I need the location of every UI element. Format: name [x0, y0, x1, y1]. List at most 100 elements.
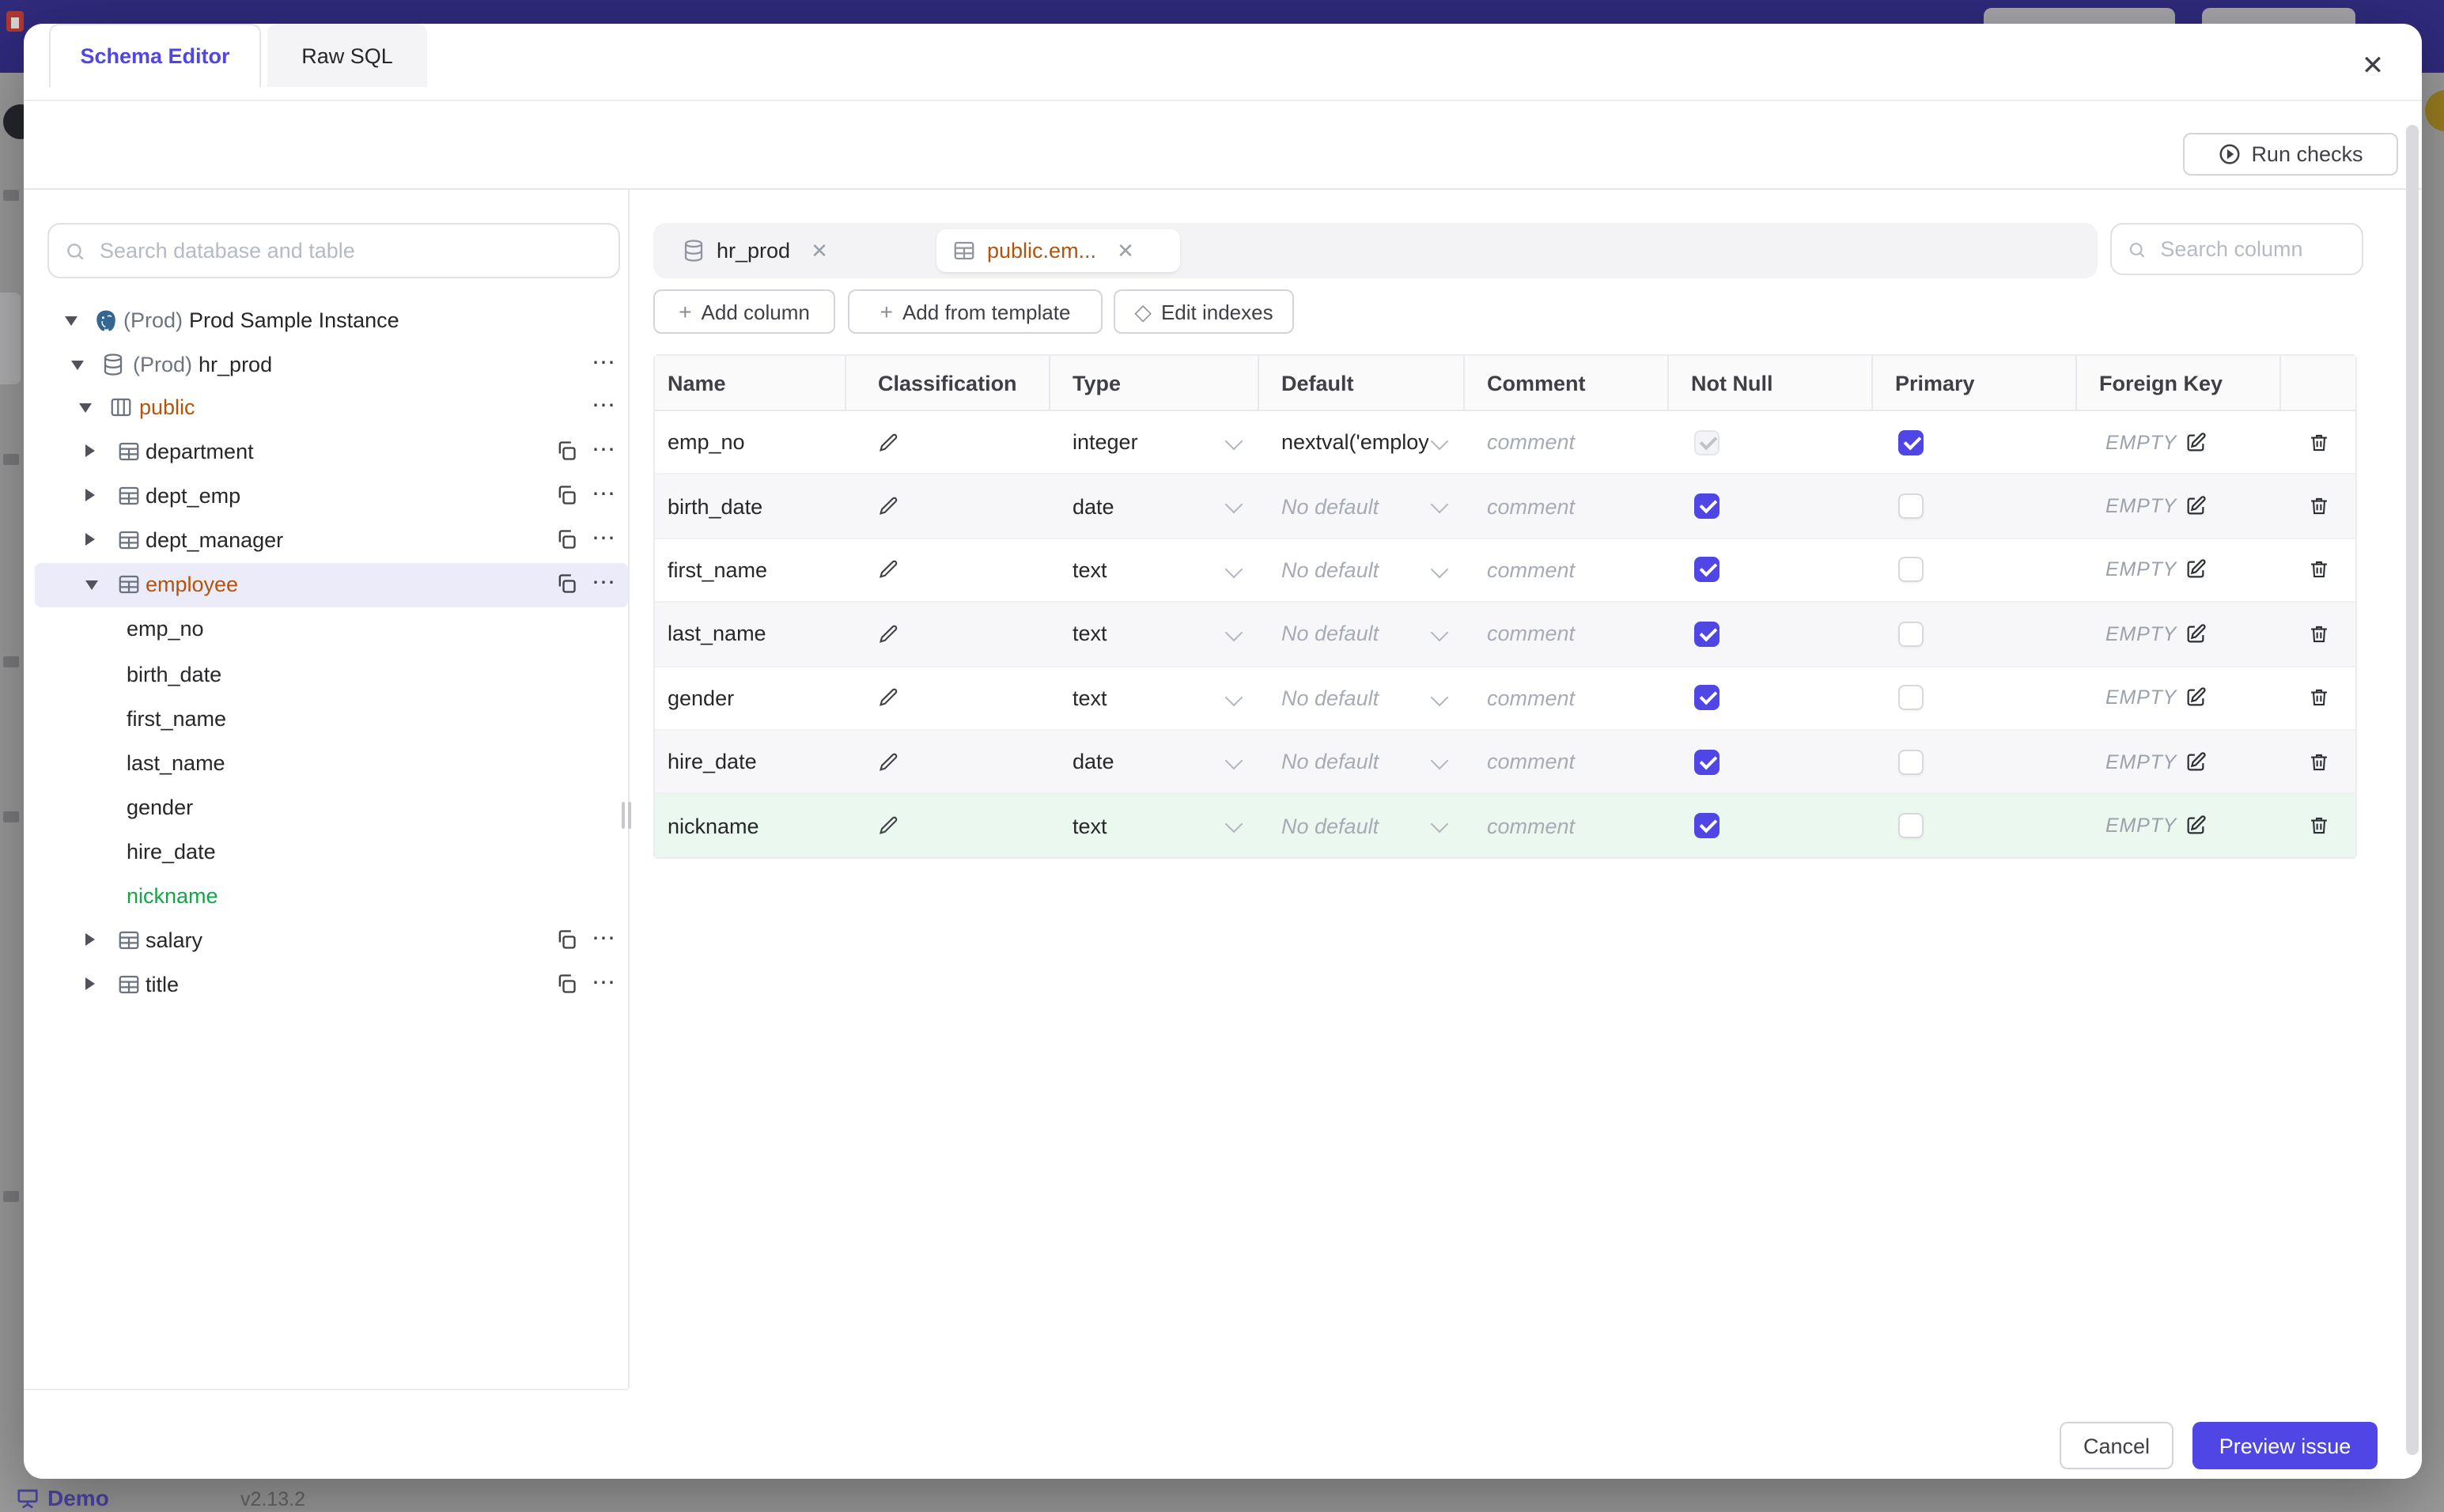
more-actions-icon[interactable]: ⋯	[592, 568, 617, 596]
column-name-cell[interactable]: birth_date	[655, 475, 846, 538]
type-cell[interactable]: integer	[1050, 411, 1259, 474]
tree-item-column-nickname[interactable]: nickname	[35, 875, 628, 919]
preview-issue-button[interactable]: Preview issue	[2192, 1422, 2378, 1469]
edit-indexes-button[interactable]: ◇ Edit indexes	[1114, 289, 1294, 334]
edit-foreign-key-icon[interactable]	[2185, 431, 2207, 453]
default-cell[interactable]: No default	[1259, 731, 1465, 793]
tree-item-schema-public[interactable]: public ⋯	[35, 386, 628, 430]
tree-item-column-gender[interactable]: gender	[35, 786, 628, 830]
edit-foreign-key-icon[interactable]	[2185, 559, 2207, 581]
panel-resize-handle[interactable]	[622, 802, 625, 829]
column-name-cell[interactable]: gender	[655, 667, 846, 729]
pencil-icon[interactable]	[878, 687, 900, 709]
edit-foreign-key-icon[interactable]	[2185, 815, 2207, 837]
pencil-icon[interactable]	[878, 495, 900, 517]
copy-icon[interactable]	[555, 573, 579, 596]
tree-item-column-emp-no[interactable]: emp_no	[35, 607, 628, 652]
edit-foreign-key-icon[interactable]	[2185, 623, 2207, 645]
column-name-cell[interactable]: last_name	[655, 603, 846, 665]
tab-chip-public-employee[interactable]: public.em... ✕	[936, 229, 1180, 272]
column-name-cell[interactable]: hire_date	[655, 731, 846, 793]
default-cell[interactable]: No default	[1259, 603, 1465, 665]
classification-cell[interactable]	[846, 411, 1050, 474]
not-null-checkbox[interactable]	[1694, 813, 1720, 839]
database-search-input[interactable]	[96, 237, 603, 264]
caret-right-icon[interactable]	[85, 977, 95, 990]
pencil-icon[interactable]	[878, 815, 900, 837]
tree-item-table-title[interactable]: title ⋯	[35, 963, 628, 1007]
default-cell[interactable]: No default	[1259, 539, 1465, 602]
not-null-checkbox[interactable]	[1694, 429, 1720, 455]
more-actions-icon[interactable]: ⋯	[592, 435, 617, 463]
more-actions-icon[interactable]: ⋯	[592, 968, 617, 996]
caret-right-icon[interactable]	[85, 533, 95, 546]
tab-raw-sql[interactable]: Raw SQL	[267, 24, 427, 87]
classification-cell[interactable]	[846, 539, 1050, 602]
copy-icon[interactable]	[555, 440, 579, 463]
classification-cell[interactable]	[846, 475, 1050, 538]
primary-checkbox[interactable]	[1898, 557, 1924, 583]
more-actions-icon[interactable]: ⋯	[592, 524, 617, 552]
tree-item-column-birth-date[interactable]: birth_date	[35, 653, 628, 697]
comment-cell[interactable]: comment	[1465, 667, 1669, 729]
comment-cell[interactable]: comment	[1465, 795, 1669, 857]
more-actions-icon[interactable]: ⋯	[592, 479, 617, 508]
database-search[interactable]	[47, 223, 620, 278]
caret-down-icon[interactable]	[71, 361, 84, 370]
primary-checkbox[interactable]	[1898, 813, 1924, 839]
delete-column-icon[interactable]	[2307, 495, 2329, 517]
delete-column-icon[interactable]	[2307, 623, 2329, 645]
tree-item-table-department[interactable]: department ⋯	[35, 430, 628, 474]
copy-icon[interactable]	[555, 973, 579, 996]
comment-cell[interactable]: comment	[1465, 475, 1669, 538]
default-cell[interactable]: nextval('employ	[1259, 411, 1465, 474]
pencil-icon[interactable]	[878, 559, 900, 581]
primary-checkbox[interactable]	[1898, 429, 1924, 455]
close-icon[interactable]: ✕	[1117, 238, 1134, 263]
primary-checkbox[interactable]	[1898, 685, 1924, 711]
default-cell[interactable]: No default	[1259, 795, 1465, 857]
delete-column-icon[interactable]	[2307, 815, 2329, 837]
type-cell[interactable]: date	[1050, 475, 1259, 538]
tree-item-table-dept-emp[interactable]: dept_emp ⋯	[35, 474, 628, 519]
delete-column-icon[interactable]	[2307, 431, 2329, 453]
tree-item-column-first-name[interactable]: first_name	[35, 697, 628, 742]
tree-item-column-hire-date[interactable]: hire_date	[35, 830, 628, 875]
classification-cell[interactable]	[846, 731, 1050, 793]
tree-item-table-employee[interactable]: employee ⋯	[35, 563, 628, 607]
copy-icon[interactable]	[555, 484, 579, 508]
cancel-button[interactable]: Cancel	[2060, 1422, 2173, 1469]
primary-checkbox[interactable]	[1898, 621, 1924, 647]
more-actions-icon[interactable]: ⋯	[592, 924, 617, 952]
add-column-button[interactable]: + Add column	[653, 289, 835, 334]
classification-cell[interactable]	[846, 667, 1050, 729]
tree-item-instance[interactable]: (Prod) Prod Sample Instance	[35, 299, 628, 343]
classification-cell[interactable]	[846, 603, 1050, 665]
copy-icon[interactable]	[555, 528, 579, 552]
default-cell[interactable]: No default	[1259, 667, 1465, 729]
column-name-cell[interactable]: emp_no	[655, 411, 846, 474]
primary-checkbox[interactable]	[1898, 493, 1924, 520]
comment-cell[interactable]: comment	[1465, 731, 1669, 793]
more-actions-icon[interactable]: ⋯	[592, 391, 617, 419]
delete-column-icon[interactable]	[2307, 687, 2329, 709]
caret-down-icon[interactable]	[79, 403, 92, 413]
add-from-template-button[interactable]: + Add from template	[848, 289, 1103, 334]
not-null-checkbox[interactable]	[1694, 621, 1720, 647]
tree-item-table-dept-manager[interactable]: dept_manager ⋯	[35, 519, 628, 563]
caret-right-icon[interactable]	[85, 444, 95, 457]
comment-cell[interactable]: comment	[1465, 411, 1669, 474]
comment-cell[interactable]: comment	[1465, 603, 1669, 665]
edit-foreign-key-icon[interactable]	[2185, 750, 2207, 773]
primary-checkbox[interactable]	[1898, 749, 1924, 775]
tree-item-column-last-name[interactable]: last_name	[35, 742, 628, 786]
caret-right-icon[interactable]	[85, 933, 95, 946]
not-null-checkbox[interactable]	[1694, 685, 1720, 711]
column-name-cell[interactable]: nickname	[655, 795, 846, 857]
default-cell[interactable]: No default	[1259, 475, 1465, 538]
not-null-checkbox[interactable]	[1694, 749, 1720, 775]
not-null-checkbox[interactable]	[1694, 557, 1720, 583]
tree-item-table-salary[interactable]: salary ⋯	[35, 919, 628, 963]
close-icon[interactable]: ✕	[811, 238, 828, 263]
type-cell[interactable]: text	[1050, 603, 1259, 665]
